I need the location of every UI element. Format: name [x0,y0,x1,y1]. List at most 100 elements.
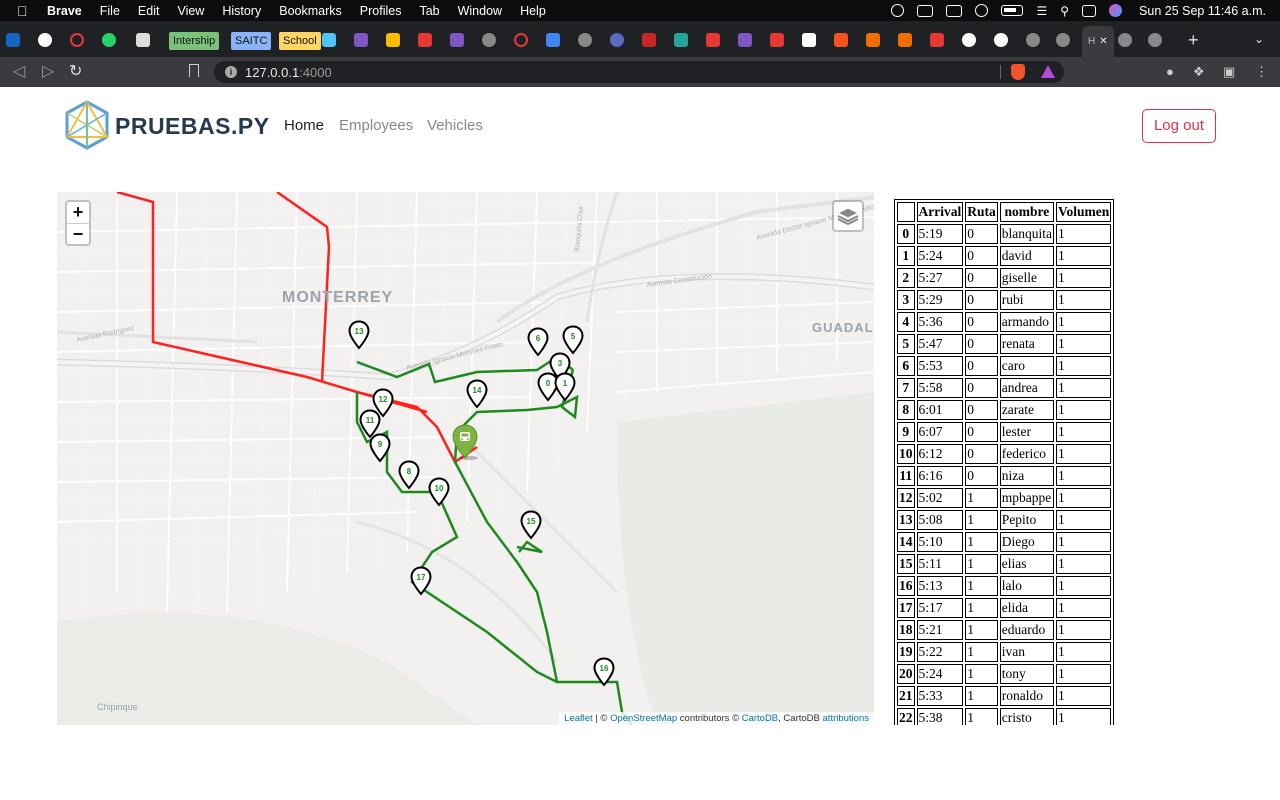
tab[interactable] [6,30,20,50]
apple-icon[interactable]:  [17,4,31,18]
stop-marker-pin-icon[interactable]: 6 [527,327,549,357]
menu-window[interactable]: Window [458,4,502,18]
brand-name[interactable]: PRUEBAS.PY [115,113,270,140]
tab[interactable] [322,30,336,50]
tab[interactable] [898,30,912,50]
zoom-status-icon[interactable] [917,4,934,17]
tab[interactable] [834,30,848,50]
tab[interactable] [706,30,720,50]
stop-marker-pin-icon[interactable]: 14 [466,379,488,409]
osm-link[interactable]: OpenStreetMap [610,713,677,724]
sidebar-icon[interactable]: ▣ [1223,64,1235,80]
back-icon[interactable]: ◁ [13,62,25,82]
tab[interactable] [994,30,1008,50]
menu-app[interactable]: Brave [47,4,82,18]
menu-edit[interactable]: Edit [138,4,160,18]
control-center-icon[interactable] [1082,4,1097,17]
tab[interactable] [354,30,368,50]
nav-vehicles[interactable]: Vehicles [427,117,483,134]
zoom-out-button[interactable]: − [67,224,89,246]
tab-active[interactable]: H ✕ [1082,26,1114,57]
forward-icon[interactable]: ▷ [42,62,54,82]
brave-rewards-icon[interactable] [1041,65,1055,78]
bookmark-icon[interactable] [189,64,199,77]
leaflet-link[interactable]: Leaflet [564,713,593,724]
schedule-table-container[interactable]: Arrival Ruta nombre Volumen 0 5:19 0 blanqu… [894,199,1121,725]
tab[interactable] [962,30,976,50]
tab-group-intership[interactable]: Intership [169,32,220,50]
tab[interactable] [102,30,116,50]
site-info-icon[interactable]: i [225,66,237,78]
siri-icon[interactable] [1109,4,1123,17]
tab-group-school[interactable]: School [279,32,321,50]
tab[interactable] [1026,30,1040,50]
close-tab-icon[interactable]: ✕ [1099,36,1107,47]
tab[interactable] [450,30,464,50]
menu-help[interactable]: Help [520,4,546,18]
menu-view[interactable]: View [177,4,204,18]
wifi-icon[interactable]: ☰ [1036,4,1047,18]
url-text[interactable]: 127.0.0.1:4000 [245,65,332,80]
stop-marker-pin-icon[interactable]: 16 [593,657,615,687]
tab[interactable] [1118,30,1132,50]
menu-profiles[interactable]: Profiles [360,4,402,18]
tab[interactable] [674,30,688,50]
route-1-line[interactable] [355,355,633,725]
tab[interactable] [610,30,624,50]
tab[interactable] [70,30,84,50]
menu-history[interactable]: History [222,4,261,18]
bus-marker-icon[interactable] [452,424,478,460]
layers-button[interactable] [832,200,864,232]
tab[interactable] [386,30,400,50]
stop-marker-pin-icon[interactable]: 17 [410,566,432,596]
tab[interactable] [482,30,496,50]
stop-marker-pin-icon[interactable]: 1 [554,372,576,402]
play-status-icon[interactable] [975,4,989,17]
battery-icon[interactable] [1001,5,1024,16]
tab[interactable] [578,30,592,50]
tab[interactable] [802,30,816,50]
zoom-in-button[interactable]: + [67,202,89,224]
tab[interactable] [418,30,432,50]
menubar-clock[interactable]: Sun 25 Sep 11:46 a.m. [1139,4,1266,18]
tab-group-saitc[interactable]: SAITC [231,32,272,50]
menu-bookmarks[interactable]: Bookmarks [279,4,342,18]
spotlight-search-icon[interactable]: ⚲ [1060,4,1069,18]
tab[interactable] [1148,30,1162,50]
status-app-icon[interactable] [891,4,905,17]
new-tab-icon[interactable]: + [1188,30,1199,50]
stop-marker-pin-icon[interactable]: 9 [369,433,391,463]
route-map[interactable]: Avenida Doctor Ignacio Morones Prieto Av… [57,192,874,725]
tab[interactable] [738,30,752,50]
stop-marker-pin-icon[interactable]: 5 [562,325,584,355]
menu-tab[interactable]: Tab [419,4,439,18]
nav-employees[interactable]: Employees [339,117,413,134]
tab[interactable] [136,30,150,50]
tab[interactable] [866,30,880,50]
brave-shields-icon[interactable] [1011,64,1025,80]
tab[interactable] [642,30,656,50]
tab[interactable] [1056,30,1070,50]
tab[interactable] [38,30,52,50]
tab[interactable] [514,30,528,50]
nav-home[interactable]: Home [284,117,324,134]
stop-marker-pin-icon[interactable]: 15 [520,510,542,540]
tab[interactable] [546,30,560,50]
stop-marker-pin-icon[interactable]: 10 [428,477,450,507]
stop-marker-pin-icon[interactable]: 8 [398,460,420,490]
address-bar[interactable]: i 127.0.0.1:4000 [214,61,1064,83]
cartodb-link[interactable]: CartoDB [742,713,778,724]
browser-menu-icon[interactable]: ⋮ [1255,64,1268,80]
wallet-icon[interactable]: ● [1166,64,1174,79]
stop-marker-pin-icon[interactable]: 13 [348,320,370,350]
extensions-icon[interactable]: ❖ [1193,64,1205,80]
logout-button[interactable]: Log out [1142,109,1216,143]
tab[interactable] [770,30,784,50]
screen-share-icon[interactable] [946,4,963,17]
menu-file[interactable]: File [100,4,120,18]
tab-search-chevron-icon[interactable]: ⌄ [1254,32,1264,46]
reload-icon[interactable]: ↻ [69,62,82,82]
pruebas-logo[interactable] [64,100,110,150]
attributions-link[interactable]: attributions [823,713,869,724]
tab[interactable] [930,30,944,50]
